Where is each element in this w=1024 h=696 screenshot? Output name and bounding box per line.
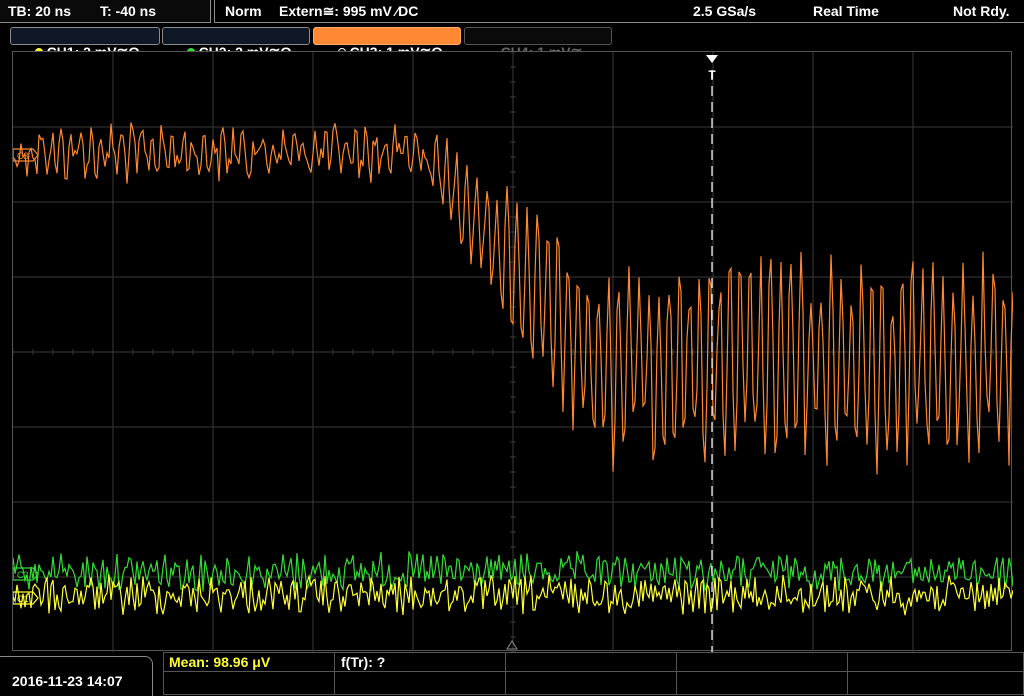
trigger-position-label: T <box>708 68 716 82</box>
channel-3-offset-marker[interactable]: C3 <box>12 148 39 162</box>
channel-1-button[interactable]: CH1: 2 mV≅Ω <box>10 27 160 60</box>
measurement-cell-3[interactable] <box>505 652 677 672</box>
trigger-offset-label[interactable]: T: -40 ns <box>100 3 156 19</box>
timebase-box[interactable]: TB: 20 ns T: -40 ns <box>0 0 211 23</box>
channel-4-button[interactable]: CH4: 1 mV≅ <box>464 27 612 60</box>
channel-1-offset-marker[interactable]: C1 <box>12 591 39 605</box>
trigger-position-marker-icon[interactable] <box>706 55 718 63</box>
datetime-label: 2016-11-23 14:07 <box>12 673 123 689</box>
channel-3-marker-label: C3 <box>17 151 29 161</box>
mean-measurement: Mean: 98.96 μV <box>169 654 271 670</box>
trigger-source-label[interactable]: Extern≅: 995 mV ⁄DC <box>279 3 418 20</box>
timebase-label[interactable]: TB: 20 ns <box>8 3 71 19</box>
channel-2-marker-label: C2 <box>17 570 29 580</box>
channel-bar: CH1: 2 mV≅Ω CH2: 2 mV≅Ω CH3: 1 mV≅Ω CH4:… <box>0 26 1024 60</box>
measurement-cell-9[interactable] <box>676 671 848 695</box>
measurement-cell-4[interactable] <box>676 652 848 672</box>
status-bar: TB: 20 ns T: -40 ns Norm Extern≅: 995 mV… <box>0 0 1024 26</box>
measurement-cell-ftr[interactable]: f(Tr): ? <box>334 652 506 672</box>
sample-rate-label: 2.5 GSa/s <box>693 3 757 19</box>
waveform-plot[interactable]: T C3 C2 C1 <box>12 51 1014 653</box>
acquisition-mode-label[interactable]: Real Time <box>813 3 879 19</box>
waveform-display[interactable]: T C3 C2 C1 <box>12 51 1014 653</box>
acquisition-status-label: Not Rdy. <box>953 3 1010 19</box>
channel-1-marker-label: C1 <box>17 594 29 604</box>
trigger-mode-label[interactable]: Norm <box>225 3 262 19</box>
measurement-cell-7[interactable] <box>334 671 506 695</box>
measurement-cell-5[interactable] <box>847 652 1024 672</box>
ftr-measurement: f(Tr): ? <box>341 654 386 670</box>
measurement-panel[interactable]: Mean: 98.96 μV f(Tr): ? <box>163 652 1024 695</box>
measurement-cell-8[interactable] <box>505 671 677 695</box>
measurement-cell-6[interactable] <box>163 671 335 695</box>
time-reference-marker-icon <box>506 640 518 650</box>
channel-2-button[interactable]: CH2: 2 mV≅Ω <box>162 27 310 60</box>
channel-3-button[interactable]: CH3: 1 mV≅Ω <box>313 27 461 60</box>
datetime-box: 2016-11-23 14:07 <box>0 656 153 696</box>
measurement-cell-10[interactable] <box>847 671 1024 695</box>
measurement-cell-mean[interactable]: Mean: 98.96 μV <box>163 652 335 672</box>
trigger-bar[interactable]: Norm Extern≅: 995 mV ⁄DC 2.5 GSa/s Real … <box>214 0 1024 23</box>
